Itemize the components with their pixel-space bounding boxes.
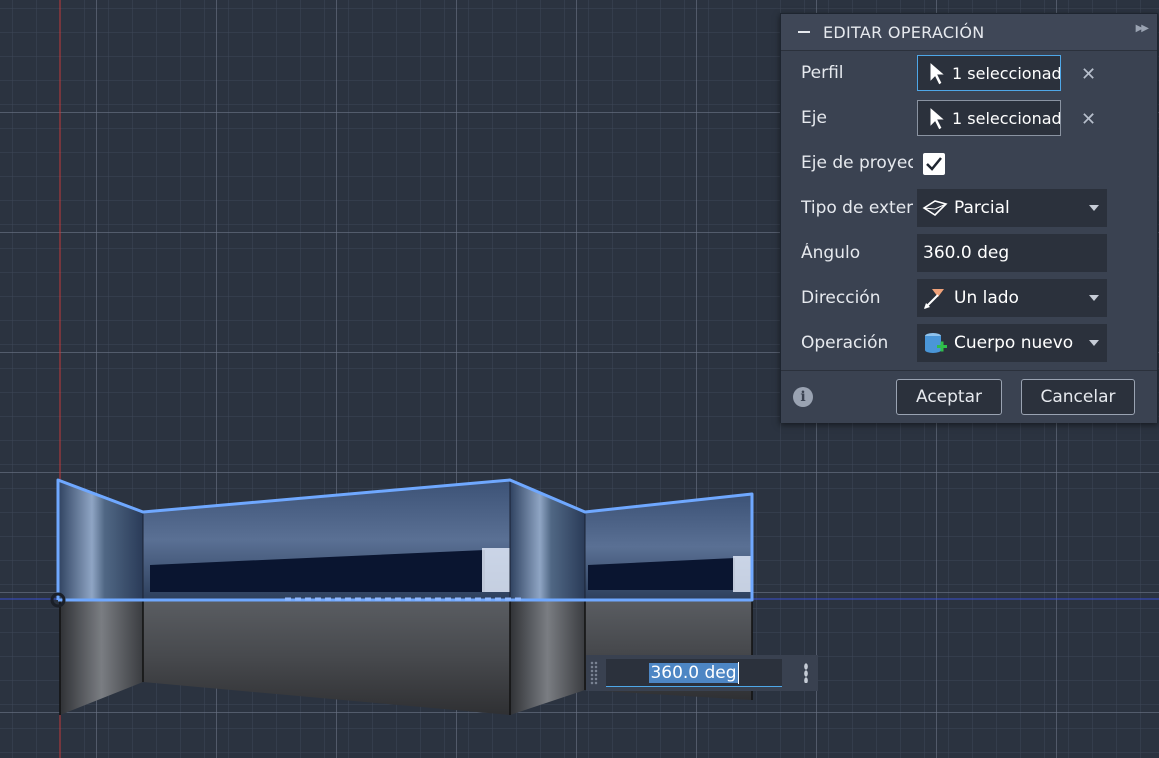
- manipulator-angle-value: 360.0 deg: [649, 662, 738, 683]
- chevron-down-icon: [1089, 205, 1099, 211]
- drag-handle[interactable]: [590, 661, 598, 685]
- project-axis-checkbox[interactable]: [923, 153, 945, 175]
- chevron-down-icon: [1089, 295, 1099, 301]
- extent-type-label: Tipo de extensión: [801, 198, 913, 218]
- vertical-dots-icon[interactable]: [804, 663, 808, 683]
- axis-select-button[interactable]: 1 seleccionado: [917, 100, 1061, 136]
- profile-label: Perfil: [801, 63, 844, 83]
- project-axis-label: Eje de proyección: [801, 153, 913, 173]
- profile-select-button[interactable]: 1 seleccionado: [917, 55, 1061, 91]
- panel-title: EDITAR OPERACIÓN: [823, 23, 985, 42]
- diamond-outline-icon: [922, 200, 948, 217]
- manipulator-angle-input[interactable]: 360.0 deg: [606, 659, 782, 687]
- profile-select-text: 1 seleccionado: [952, 63, 1061, 83]
- close-icon[interactable]: ✕: [1081, 64, 1096, 85]
- double-chevron-right-icon[interactable]: ▶▶: [1136, 23, 1149, 34]
- chevron-down-icon: [1089, 340, 1099, 346]
- operation-value: Cuerpo nuevo: [954, 333, 1074, 353]
- angle-label: Ángulo: [801, 243, 861, 263]
- panel-footer: i Aceptar Cancelar: [781, 370, 1157, 423]
- new-body-icon: [925, 333, 947, 353]
- panel-header: EDITAR OPERACIÓN ▶▶: [781, 14, 1157, 51]
- text-caret: [737, 661, 739, 684]
- info-icon[interactable]: i: [793, 387, 813, 407]
- minus-icon[interactable]: [798, 31, 810, 33]
- extent-type-dropdown[interactable]: Parcial: [917, 189, 1107, 227]
- axis-label: Eje: [801, 108, 827, 128]
- cancel-button[interactable]: Cancelar: [1021, 379, 1135, 415]
- close-icon[interactable]: ✕: [1081, 109, 1096, 130]
- operation-dropdown[interactable]: Cuerpo nuevo: [917, 324, 1107, 362]
- cursor-arrow-icon: [929, 105, 947, 131]
- extent-type-value: Parcial: [954, 198, 1010, 218]
- direction-value: Un lado: [954, 288, 1019, 308]
- cursor-arrow-icon: [929, 60, 947, 86]
- angle-input[interactable]: [917, 234, 1107, 272]
- operation-label: Operación: [801, 333, 889, 353]
- direction-dropdown[interactable]: Un lado: [917, 279, 1107, 317]
- ok-button[interactable]: Aceptar: [896, 379, 1002, 415]
- direction-label: Dirección: [801, 288, 881, 308]
- edit-operation-panel: EDITAR OPERACIÓN ▶▶ Perfil 1 seleccionad…: [780, 13, 1158, 423]
- angle-manipulator: 360.0 deg: [586, 655, 818, 691]
- axis-select-text: 1 seleccionado: [952, 108, 1061, 128]
- arrow-flag-icon: [924, 289, 944, 309]
- checkmark-icon: [926, 157, 942, 171]
